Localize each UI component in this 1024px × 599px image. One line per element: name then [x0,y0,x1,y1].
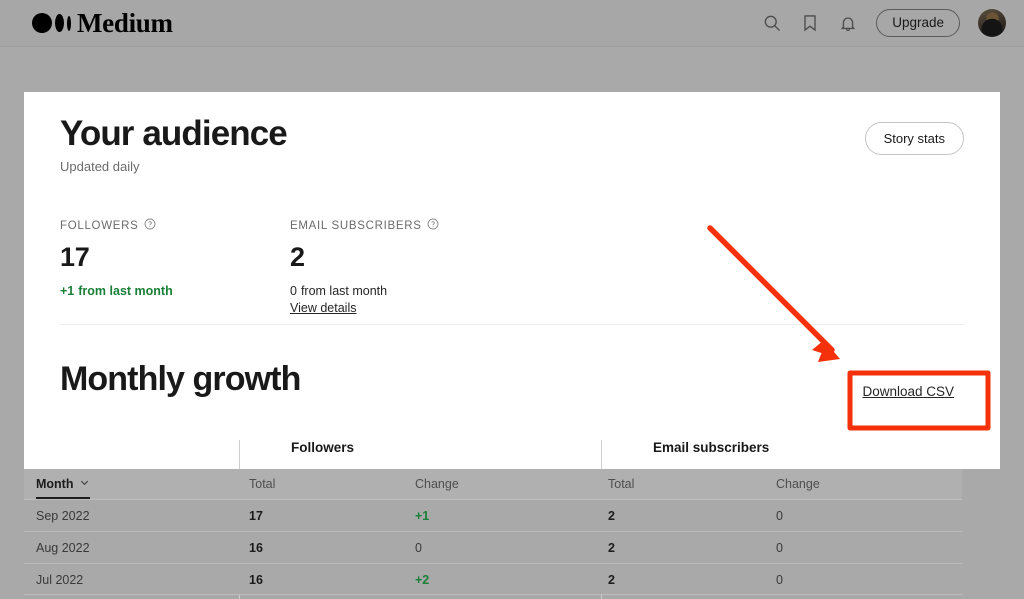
cell-month: Sep 2022 [36,509,90,523]
metric-subs-delta-text: from last month [301,284,387,298]
metric-followers-label-text: FOLLOWERS [60,220,139,232]
column-header-subs-change[interactable]: Change [776,477,820,491]
chevron-down-icon[interactable] [79,477,90,491]
top-navbar: Medium Upgrade [0,0,1024,47]
metric-followers: FOLLOWERS 17 +1 from last month [60,218,290,317]
cell-subs-total: 2 [608,509,615,523]
table-row-bottom-border [24,594,962,595]
column-header-followers-change[interactable]: Change [415,477,459,491]
question-circle-icon[interactable] [144,218,156,233]
search-icon[interactable] [762,13,782,33]
cell-subs-change: 0 [776,541,783,555]
metric-followers-delta: +1 from last month [60,284,290,298]
brand-name: Medium [77,10,173,37]
monthly-growth-title: Monthly growth [60,360,300,399]
metric-followers-delta-number: +1 [60,284,74,298]
column-header-month-label: Month [36,477,73,491]
audience-card-inner: Your audience Updated daily Story stats … [24,92,1000,469]
metric-followers-delta-text: from last month [78,284,172,298]
avatar[interactable] [978,9,1006,37]
logo-dot-large [32,13,52,33]
metric-followers-label: FOLLOWERS [60,218,290,233]
table-row[interactable]: Sep 2022 17 +1 2 0 [24,499,962,531]
group-header-email-subscribers: Email subscribers [653,440,769,455]
cell-followers-total: 16 [249,541,263,555]
cell-subs-change: 0 [776,509,783,523]
cell-followers-change: 0 [415,541,422,555]
cell-followers-total: 16 [249,573,263,587]
group-header-followers: Followers [291,440,354,455]
table-row[interactable]: Jul 2022 16 +2 2 0 [24,563,962,595]
cell-month: Aug 2022 [36,541,90,555]
medium-logo[interactable]: Medium [32,10,173,37]
metrics-row: FOLLOWERS 17 +1 from last month [60,218,964,317]
column-header-subs-total[interactable]: Total [608,477,634,491]
cell-subs-change: 0 [776,573,783,587]
table-group-header: Followers Email subscribers [24,440,1000,469]
cell-month: Jul 2022 [36,573,83,587]
page-root: Medium Upgrade Your [0,0,1024,599]
page-title: Your audience [60,92,964,153]
download-csv-link[interactable]: Download CSV [862,384,954,399]
column-header-month[interactable]: Month [36,477,90,491]
metric-email-subscribers: EMAIL SUBSCRIBERS 2 0 from last month [290,218,520,317]
metric-subs-value: 2 [290,243,520,273]
metric-subs-label-text: EMAIL SUBSCRIBERS [290,220,422,232]
cell-followers-change: +2 [415,573,429,587]
audience-card: Your audience Updated daily Story stats … [24,92,1000,469]
metric-subs-delta: 0 from last month [290,284,520,298]
logo-dot-small [67,16,71,31]
column-header-followers-total[interactable]: Total [249,477,275,491]
medium-logo-mark [32,12,71,34]
cell-followers-total: 17 [249,509,263,523]
logo-dot-medium [55,14,64,32]
monthly-growth-table: Month Total Change Total Change Sep 2022… [24,469,962,599]
question-circle-icon[interactable] [427,218,439,233]
view-details-link[interactable]: View details [290,301,356,315]
cell-followers-change: +1 [415,509,429,523]
metric-subs-label: EMAIL SUBSCRIBERS [290,218,520,233]
cell-subs-total: 2 [608,541,615,555]
section-divider [60,324,964,325]
metric-subs-delta-number: 0 [290,284,297,298]
navbar-actions: Upgrade [762,9,1006,38]
table-header-row: Month Total Change Total Change [24,469,962,499]
upgrade-button[interactable]: Upgrade [876,9,960,38]
updated-subtitle: Updated daily [60,159,964,174]
table-row[interactable]: Aug 2022 16 0 2 0 [24,531,962,563]
bell-icon[interactable] [838,13,858,33]
bookmark-icon[interactable] [800,13,820,33]
metric-followers-value: 17 [60,243,290,273]
cell-subs-total: 2 [608,573,615,587]
story-stats-button[interactable]: Story stats [865,122,964,155]
